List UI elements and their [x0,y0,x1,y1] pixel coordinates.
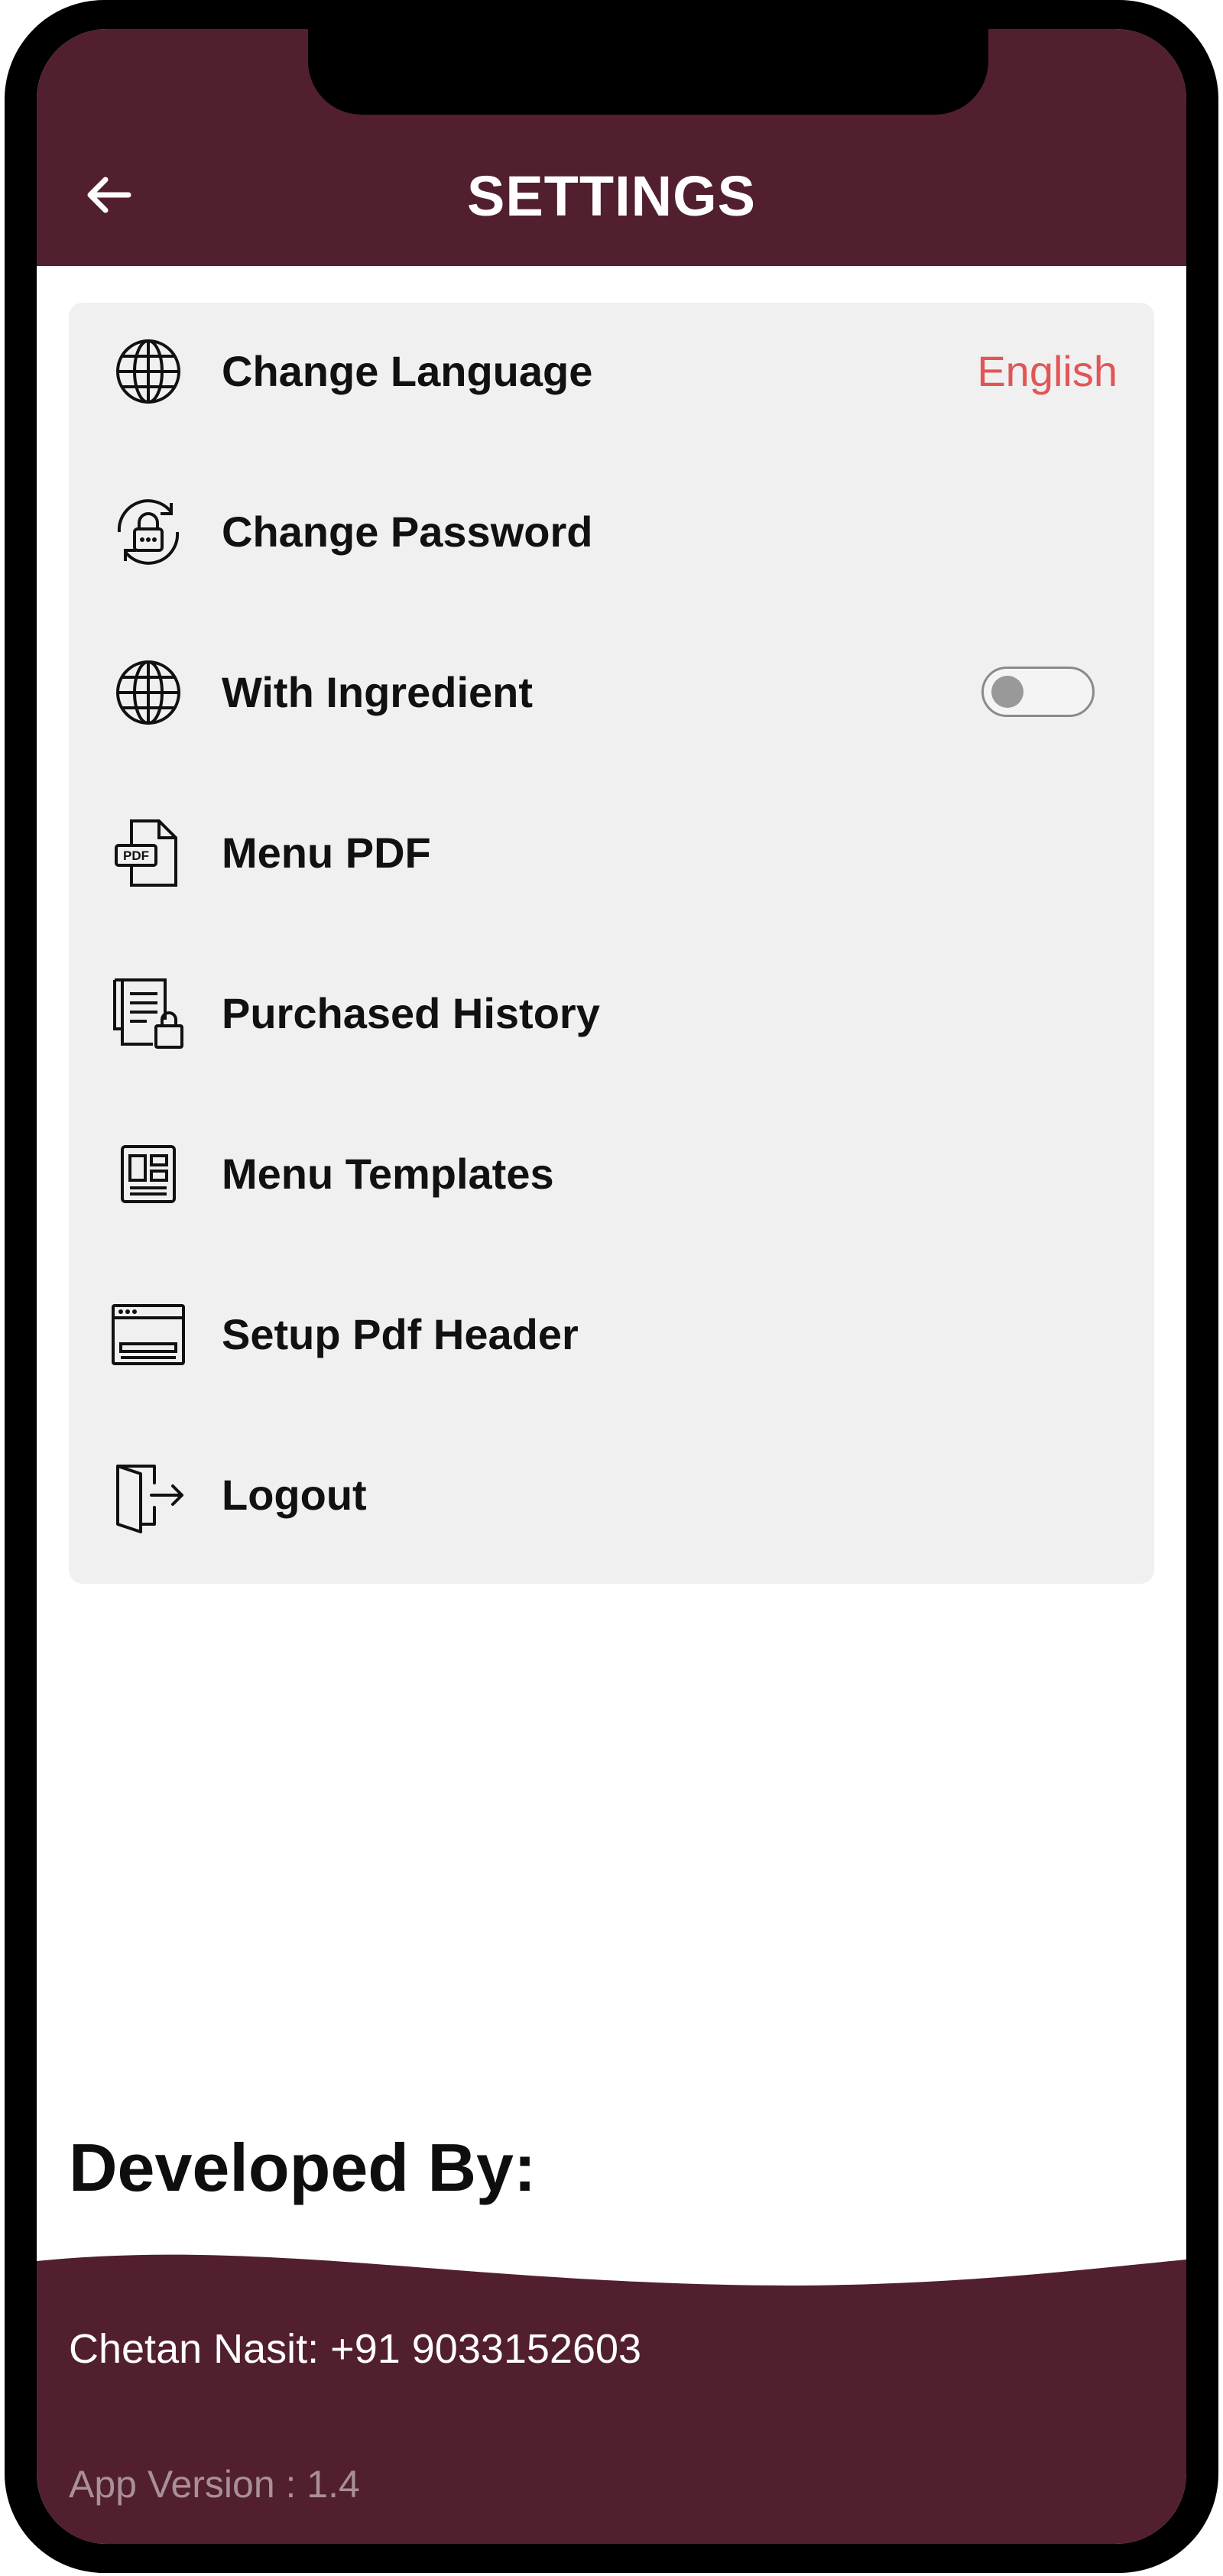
settings-card: Change Language English Change Password … [69,303,1154,1584]
settings-item-label: Menu Templates [222,1150,554,1198]
developer-contact: Chetan Nasit: +91 9033152603 [69,2326,642,2372]
settings-item-label: Change Language [222,347,593,395]
settings-item-setup-pdf-header[interactable]: Setup Pdf Header [69,1266,1154,1403]
settings-item-label: Logout [222,1471,367,1519]
settings-item-change-password[interactable]: Change Password [69,463,1154,601]
settings-item-menu-pdf[interactable]: PDF Menu PDF [69,784,1154,922]
lock-refresh-icon [117,499,180,565]
settings-item-menu-templates[interactable]: Menu Templates [69,1105,1154,1243]
page-title: SETTINGS [466,164,757,228]
developed-by-heading: Developed By: [69,2130,537,2205]
settings-item-change-language[interactable]: Change Language English [69,303,1154,440]
settings-item-label: Purchased History [222,989,600,1037]
svg-text:PDF: PDF [123,848,149,863]
settings-item-label: Setup Pdf Header [222,1310,579,1358]
language-value[interactable]: English [977,303,1118,440]
settings-item-label: Menu PDF [222,829,431,877]
pdf-file-icon: PDF [115,819,177,887]
settings-item-label: With Ingredient [222,668,534,716]
phone-device: SETTINGS Change Language English Change … [0,0,1223,2576]
settings-item-label: Change Password [222,508,593,556]
app-screen: SETTINGS Change Language English Change … [37,29,1186,2544]
app-version: App Version : 1.4 [69,2463,360,2506]
footer: Chetan Nasit: +91 9033152603 App Version… [37,2246,1186,2544]
settings-item-purchased-history[interactable]: Purchased History [69,945,1154,1082]
toggle-knob [991,676,1023,708]
phone-notch [308,29,988,115]
globe-icon [116,660,180,725]
logout-door-icon [116,1465,183,1533]
template-layout-icon [121,1145,176,1203]
with-ingredient-toggle[interactable] [981,667,1095,717]
settings-item-with-ingredient[interactable]: With Ingredient [69,624,1154,761]
globe-icon [116,339,180,404]
browser-window-icon [112,1304,185,1365]
receipt-bag-icon [113,978,183,1049]
settings-item-logout[interactable]: Logout [69,1426,1154,1564]
